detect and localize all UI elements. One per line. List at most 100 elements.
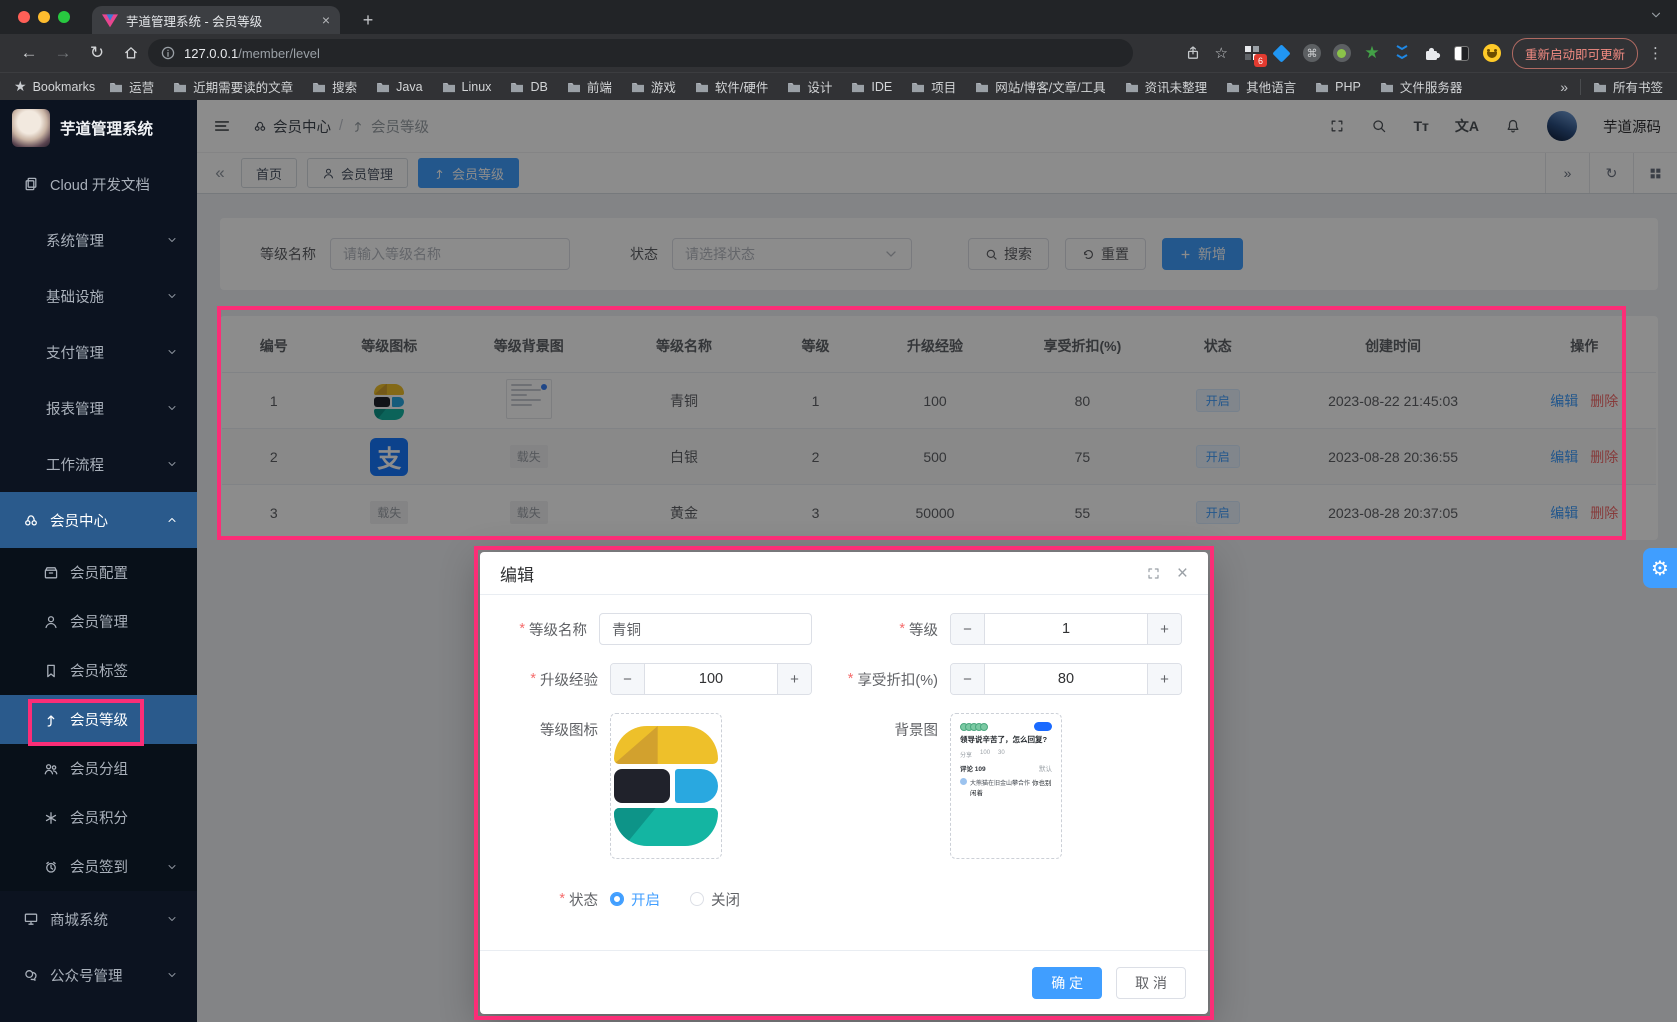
sidebar-item-会员管理[interactable]: 会员管理 bbox=[0, 597, 197, 646]
chevron-down-icon[interactable] bbox=[1649, 8, 1663, 22]
increase-button[interactable]: + bbox=[1147, 664, 1181, 694]
sidebar-item-会员签到[interactable]: 会员签到 bbox=[0, 842, 197, 891]
bookmark-item[interactable]: 近期需要读的文章 bbox=[173, 77, 293, 96]
sidebar-item-会员中心[interactable]: 会员中心 bbox=[0, 492, 197, 548]
site-info-icon[interactable] bbox=[160, 45, 176, 61]
bookmark-item[interactable]: 资讯未整理 bbox=[1125, 77, 1208, 96]
level-icon-upload[interactable] bbox=[610, 713, 722, 859]
sidebar-item-报表管理[interactable]: 报表管理 bbox=[0, 380, 197, 436]
decrease-button[interactable]: − bbox=[951, 664, 985, 694]
exp-stepper: − 100 + bbox=[610, 663, 812, 695]
bookmark-item[interactable]: DB bbox=[510, 80, 547, 94]
extension-grid-icon[interactable]: 6 bbox=[1242, 43, 1262, 63]
browser-tab[interactable]: 芋道管理系统 - 会员等级 × bbox=[92, 6, 340, 34]
all-bookmarks-folder[interactable]: 所有书签 bbox=[1593, 77, 1663, 96]
home-button[interactable] bbox=[116, 45, 146, 61]
background-upload[interactable]: 领导说辛苦了，怎么回复? 分享 100 30 评论 109 默认 bbox=[950, 713, 1062, 859]
sidebar-item-工作流程[interactable]: 工作流程 bbox=[0, 436, 197, 492]
folder-icon bbox=[1380, 81, 1394, 93]
reload-button[interactable]: ↻ bbox=[82, 43, 112, 63]
sidebar-item-会员标签[interactable]: 会员标签 bbox=[0, 646, 197, 695]
bookmarks-star-icon[interactable]: ★ bbox=[14, 78, 27, 95]
bookmark-item[interactable]: PHP bbox=[1315, 80, 1361, 94]
sidebar-item-label: 会员管理 bbox=[70, 611, 181, 632]
dialog-close-icon[interactable]: × bbox=[1177, 564, 1188, 583]
dialog-fullscreen-icon[interactable] bbox=[1146, 566, 1161, 581]
bookmark-item[interactable]: 软件/硬件 bbox=[695, 77, 768, 96]
sidebar-item-会员积分[interactable]: 会员积分 bbox=[0, 793, 197, 842]
bookmark-label: 软件/硬件 bbox=[715, 77, 768, 96]
folder-icon bbox=[787, 81, 801, 93]
close-window-button[interactable] bbox=[18, 11, 30, 23]
bookmarks-label[interactable]: Bookmarks bbox=[33, 80, 96, 94]
extension-diamond-icon[interactable] bbox=[1272, 43, 1292, 63]
sidebar-item-支付管理[interactable]: 支付管理 bbox=[0, 324, 197, 380]
extension-layers-icon[interactable] bbox=[1392, 43, 1412, 63]
icon-field-label: 等级图标 bbox=[540, 719, 598, 740]
restart-update-button[interactable]: 重新启动即可更新 bbox=[1512, 38, 1638, 69]
address-bar[interactable]: 127.0.0.1/member/level bbox=[148, 39, 1133, 67]
decrease-button[interactable]: − bbox=[611, 664, 645, 694]
sidebar-menu: Cloud 开发文档系统管理基础设施支付管理报表管理工作流程会员中心会员配置会员… bbox=[0, 156, 197, 1003]
discount-value[interactable]: 80 bbox=[985, 664, 1147, 694]
bookmark-item[interactable]: 设计 bbox=[787, 77, 832, 96]
status-off-radio[interactable]: 关闭 bbox=[690, 889, 740, 910]
chevron-down-icon bbox=[163, 861, 181, 873]
bookmark-label: Linux bbox=[462, 80, 492, 94]
bookmark-label: 游戏 bbox=[651, 77, 676, 96]
bookmark-item[interactable]: 网站/博客/文章/工具 bbox=[975, 77, 1105, 96]
extensions-puzzle-icon[interactable] bbox=[1422, 43, 1442, 63]
extension-record-icon[interactable] bbox=[1332, 43, 1352, 63]
exp-value[interactable]: 100 bbox=[645, 664, 777, 694]
bookmark-item[interactable]: 项目 bbox=[911, 77, 956, 96]
bookmark-item[interactable]: 搜索 bbox=[312, 77, 357, 96]
sidebar-item-系统管理[interactable]: 系统管理 bbox=[0, 212, 197, 268]
tab-close-icon[interactable]: × bbox=[322, 12, 330, 28]
bookmark-item[interactable]: 运营 bbox=[109, 77, 154, 96]
level-name-field[interactable] bbox=[599, 613, 812, 645]
back-button[interactable]: ← bbox=[14, 43, 44, 63]
confirm-button[interactable]: 确 定 bbox=[1032, 967, 1102, 999]
settings-gear-button[interactable]: ⚙ bbox=[1643, 548, 1677, 588]
bookmark-item[interactable]: Linux bbox=[442, 80, 492, 94]
forward-button[interactable]: → bbox=[48, 43, 78, 63]
new-tab-button[interactable]: + bbox=[356, 8, 380, 32]
app-logo-row[interactable]: 芋道管理系统 bbox=[0, 100, 197, 156]
bookmark-item[interactable]: 游戏 bbox=[631, 77, 676, 96]
folder-icon bbox=[851, 81, 865, 93]
bookmark-label: 前端 bbox=[587, 77, 612, 96]
increase-button[interactable]: + bbox=[1147, 614, 1181, 644]
extension-command-icon[interactable]: ⌘ bbox=[1302, 43, 1322, 63]
profile-avatar[interactable] bbox=[1482, 43, 1502, 63]
sidebar-item-基础设施[interactable]: 基础设施 bbox=[0, 268, 197, 324]
share-icon[interactable] bbox=[1185, 45, 1201, 61]
sidebar-item-会员分组[interactable]: 会员分组 bbox=[0, 744, 197, 793]
sidebar-item-label: 会员等级 bbox=[70, 709, 181, 730]
bookmark-item[interactable]: 文件服务器 bbox=[1380, 77, 1463, 96]
bookmark-item[interactable]: Java bbox=[376, 80, 422, 94]
level-value[interactable]: 1 bbox=[985, 614, 1147, 644]
bookmark-item[interactable]: 其他语言 bbox=[1226, 77, 1296, 96]
bookmark-items: 运营近期需要读的文章搜索 Java Linux DB 前端 游戏 软件/硬件设计 IDE 项目网… bbox=[109, 77, 1550, 96]
bookmark-star-icon[interactable]: ☆ bbox=[1215, 44, 1228, 62]
sidebar-item-商城系统[interactable]: 商城系统 bbox=[0, 891, 197, 947]
cancel-button[interactable]: 取 消 bbox=[1116, 967, 1186, 999]
bookmark-item[interactable]: IDE bbox=[851, 80, 892, 94]
dialog-body: *等级名称 *等级 − 1 + *升级经验 − 10 bbox=[480, 595, 1208, 915]
bookmarks-overflow-icon[interactable]: » bbox=[1560, 79, 1568, 95]
status-on-radio[interactable]: 开启 bbox=[610, 889, 660, 910]
window-controls[interactable] bbox=[18, 11, 70, 23]
sidebar-item-公众号管理[interactable]: 公众号管理 bbox=[0, 947, 197, 1003]
sidebar-item-会员等级[interactable]: 会员等级 bbox=[0, 695, 197, 744]
minimize-window-button[interactable] bbox=[38, 11, 50, 23]
sidebar-item-会员配置[interactable]: 会员配置 bbox=[0, 548, 197, 597]
folder-icon bbox=[1226, 81, 1240, 93]
bookmark-item[interactable]: 前端 bbox=[567, 77, 612, 96]
extension-star-icon[interactable]: ★ bbox=[1362, 43, 1382, 63]
increase-button[interactable]: + bbox=[777, 664, 811, 694]
zoom-window-button[interactable] bbox=[58, 11, 70, 23]
decrease-button[interactable]: − bbox=[951, 614, 985, 644]
extension-contrast-icon[interactable] bbox=[1452, 43, 1472, 63]
sidebar-item-Cloud 开发文档[interactable]: Cloud 开发文档 bbox=[0, 156, 197, 212]
browser-menu-icon[interactable]: ⋮ bbox=[1648, 44, 1663, 62]
